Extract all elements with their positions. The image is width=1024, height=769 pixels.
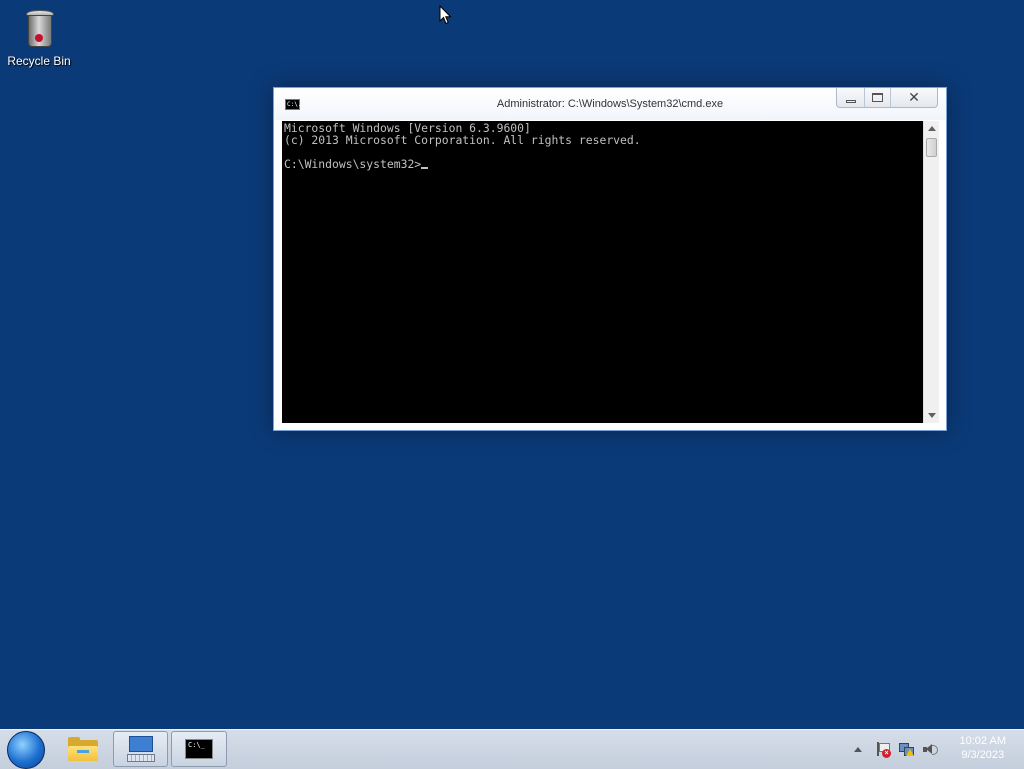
- start-button[interactable]: [7, 731, 45, 769]
- action-center-button[interactable]: ×: [874, 741, 891, 758]
- recycle-bin-icon: [25, 8, 54, 47]
- show-hidden-icons-button[interactable]: [850, 741, 866, 757]
- scroll-down-arrow-icon[interactable]: [928, 413, 936, 418]
- taskbar-cmd-button[interactable]: C:\_: [171, 731, 227, 767]
- cmd-window[interactable]: C:\. Administrator: C:\Windows\System32\…: [273, 87, 947, 431]
- maximize-icon: [872, 93, 883, 102]
- console-area[interactable]: Microsoft Windows [Version 6.3.9600] (c)…: [282, 121, 923, 423]
- console-prompt: C:\Windows\system32>: [284, 157, 422, 171]
- clock[interactable]: 10:02 AM 9/3/2023: [960, 734, 1006, 762]
- taskbar-keyboard-button[interactable]: [113, 731, 168, 767]
- minimize-icon: [845, 100, 856, 103]
- cmd-icon: C:\_: [185, 739, 213, 759]
- chevron-up-icon: [854, 746, 862, 752]
- close-icon: ✕: [908, 89, 920, 105]
- desktop-icon-label: Recycle Bin: [7, 54, 71, 68]
- taskbar: C:\_ × 10:02 AM 9/3/2023: [0, 729, 1024, 769]
- maximize-button[interactable]: [864, 88, 891, 107]
- minimize-button[interactable]: [837, 88, 864, 107]
- taskbar-file-explorer-button[interactable]: [60, 731, 106, 767]
- scroll-up-arrow-icon[interactable]: [928, 126, 936, 131]
- title-bar[interactable]: C:\. Administrator: C:\Windows\System32\…: [274, 88, 946, 120]
- mouse-cursor-icon: [439, 5, 452, 25]
- text-cursor: [421, 167, 429, 169]
- folder-icon: [68, 737, 98, 761]
- flag-icon: ×: [876, 742, 891, 758]
- network-warning-icon: [899, 743, 914, 756]
- clock-date: 9/3/2023: [961, 749, 1005, 761]
- vertical-scrollbar[interactable]: [923, 121, 939, 423]
- speaker-icon: [923, 743, 938, 755]
- console-line: (c) 2013 Microsoft Corporation. All righ…: [284, 133, 641, 147]
- desktop-icon-recycle-bin[interactable]: Recycle Bin: [6, 8, 72, 68]
- network-button[interactable]: [898, 741, 914, 757]
- close-button[interactable]: ✕: [891, 88, 937, 107]
- volume-button[interactable]: [922, 741, 938, 757]
- system-tray: × 10:02 AM 9/3/2023: [850, 730, 1024, 769]
- clock-time: 10:02 AM: [959, 735, 1006, 747]
- scroll-thumb[interactable]: [926, 138, 937, 157]
- keyboard-icon: [126, 736, 155, 762]
- window-controls: ✕: [836, 88, 938, 108]
